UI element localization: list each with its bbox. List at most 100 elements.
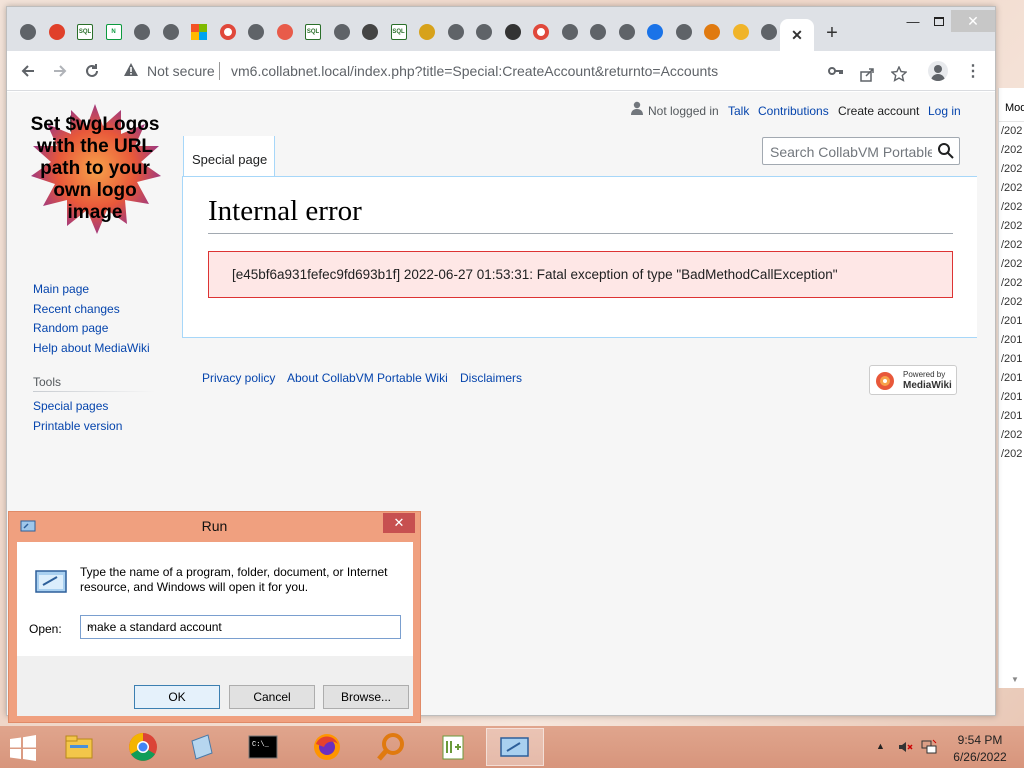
talk-link[interactable]: Talk xyxy=(728,104,749,118)
tab-3[interactable]: N xyxy=(101,19,127,45)
list-item[interactable]: /201 xyxy=(999,331,1024,350)
list-item[interactable]: /202 xyxy=(999,141,1024,160)
menu-kebab-icon[interactable]: ⋮ xyxy=(965,61,981,81)
list-item[interactable]: /201 xyxy=(999,350,1024,369)
tab-active[interactable]: ✕ xyxy=(780,19,814,51)
taskbar-button-chrome[interactable] xyxy=(114,728,172,766)
security-label[interactable]: Not secure xyxy=(147,63,215,79)
url-text[interactable]: vm6.collabnet.local/index.php?title=Spec… xyxy=(231,63,718,79)
sidebar-item-special-pages[interactable]: Special pages xyxy=(33,399,108,413)
tab-25[interactable] xyxy=(728,19,754,45)
browse-button[interactable]: Browse... xyxy=(323,685,409,709)
tab-19[interactable] xyxy=(557,19,583,45)
tab-21[interactable] xyxy=(614,19,640,45)
tab-9[interactable] xyxy=(272,19,298,45)
clock-time[interactable]: 9:54 PM xyxy=(950,733,1010,747)
windows-start-button[interactable] xyxy=(8,735,38,761)
maximize-button[interactable] xyxy=(925,10,953,32)
list-item[interactable]: /202 xyxy=(999,122,1024,141)
list-item[interactable]: /201 xyxy=(999,407,1024,426)
wiki-logo[interactable]: Set $wgLogos with the URL path to your o… xyxy=(27,102,163,238)
tab-4[interactable] xyxy=(129,19,155,45)
tab-23[interactable] xyxy=(671,19,697,45)
tab-13[interactable]: SQL xyxy=(386,19,412,45)
contributions-link[interactable]: Contributions xyxy=(758,104,829,118)
tab-22[interactable] xyxy=(642,19,668,45)
tab-12[interactable] xyxy=(357,19,383,45)
cancel-button[interactable]: Cancel xyxy=(229,685,315,709)
sidebar-item-main-page[interactable]: Main page xyxy=(33,282,89,296)
powered-by-mediawiki-badge[interactable]: Powered by MediaWiki xyxy=(869,365,957,395)
list-item[interactable]: /202 xyxy=(999,445,1024,464)
list-item[interactable]: /202 xyxy=(999,255,1024,274)
taskbar-button-file-explorer[interactable] xyxy=(50,728,108,766)
sidebar-item-recent-changes[interactable]: Recent changes xyxy=(33,302,120,316)
address-bar[interactable]: Not secure vm6.collabnet.local/index.php… xyxy=(113,56,843,86)
reload-button[interactable] xyxy=(81,60,103,82)
wiki-search-input[interactable]: Search CollabVM Portable Wiki xyxy=(762,137,960,165)
tab-5[interactable] xyxy=(158,19,184,45)
tab-1[interactable] xyxy=(44,19,70,45)
tab-17[interactable] xyxy=(500,19,526,45)
tab-16[interactable] xyxy=(471,19,497,45)
scroll-down-icon[interactable]: ▼ xyxy=(1011,675,1019,684)
tab-24[interactable] xyxy=(699,19,725,45)
share-icon[interactable] xyxy=(858,68,876,85)
list-item[interactable]: /202 xyxy=(999,160,1024,179)
forward-button[interactable] xyxy=(49,60,71,82)
taskbar-button-notepad[interactable] xyxy=(173,728,231,766)
list-item[interactable]: /202 xyxy=(999,274,1024,293)
taskbar-button-notepad-plus[interactable] xyxy=(424,728,482,766)
tab-special-page[interactable]: Special page xyxy=(183,136,275,176)
tab-10[interactable]: SQL xyxy=(300,19,326,45)
footer-about-link[interactable]: About CollabVM Portable Wiki xyxy=(287,371,448,385)
create-account-link[interactable]: Create account xyxy=(838,104,919,118)
login-link[interactable]: Log in xyxy=(928,104,961,118)
tab-0[interactable] xyxy=(15,19,41,45)
taskbar-button-cmd[interactable]: C:\_ xyxy=(234,728,292,766)
footer-privacy-link[interactable]: Privacy policy xyxy=(202,371,275,385)
list-item[interactable]: /202 xyxy=(999,426,1024,445)
network-icon[interactable] xyxy=(921,739,937,755)
tab-18[interactable] xyxy=(528,19,554,45)
ok-button[interactable]: OK xyxy=(134,685,220,709)
clock-date[interactable]: 6/26/2022 xyxy=(950,750,1010,764)
list-item[interactable]: /202 xyxy=(999,293,1024,312)
taskbar-button-magnifier[interactable] xyxy=(362,728,420,766)
back-button[interactable] xyxy=(17,60,39,82)
volume-muted-icon[interactable] xyxy=(897,739,913,755)
new-tab-button[interactable]: + xyxy=(822,23,842,43)
tab-14[interactable] xyxy=(414,19,440,45)
taskbar-button-firefox[interactable] xyxy=(298,728,356,766)
list-item[interactable]: /201 xyxy=(999,388,1024,407)
warning-icon[interactable] xyxy=(123,62,139,80)
tab-2[interactable]: SQL xyxy=(72,19,98,45)
tab-26[interactable] xyxy=(756,19,782,45)
chevron-down-icon[interactable]: ⌄ xyxy=(87,620,396,631)
tab-8[interactable] xyxy=(243,19,269,45)
profile-avatar[interactable] xyxy=(928,61,948,81)
tab-6[interactable] xyxy=(186,19,212,45)
list-item[interactable]: /202 xyxy=(999,236,1024,255)
list-item[interactable]: /202 xyxy=(999,217,1024,236)
tab-11[interactable] xyxy=(329,19,355,45)
list-item[interactable]: /201 xyxy=(999,369,1024,388)
taskbar-button-run[interactable] xyxy=(486,728,544,766)
run-close-button[interactable]: ✕ xyxy=(383,513,415,533)
list-item[interactable]: /202 xyxy=(999,179,1024,198)
key-icon[interactable] xyxy=(827,63,845,79)
tab-15[interactable] xyxy=(443,19,469,45)
bookmark-star-icon[interactable] xyxy=(890,65,908,85)
sidebar-item-random-page[interactable]: Random page xyxy=(33,321,108,335)
close-tab-icon[interactable]: ✕ xyxy=(791,27,803,44)
list-item[interactable]: /201 xyxy=(999,312,1024,331)
search-icon[interactable] xyxy=(937,142,955,160)
tray-overflow-icon[interactable]: ▲ xyxy=(876,741,885,751)
list-item[interactable]: /202 xyxy=(999,198,1024,217)
open-combobox[interactable]: make a standard account ⌄ xyxy=(80,615,401,639)
sidebar-item-printable-version[interactable]: Printable version xyxy=(33,419,122,433)
sidebar-item-help-about-mediawiki[interactable]: Help about MediaWiki xyxy=(33,341,150,355)
tab-7[interactable] xyxy=(215,19,241,45)
tab-20[interactable] xyxy=(585,19,611,45)
close-window-button[interactable]: ✕ xyxy=(951,10,995,32)
